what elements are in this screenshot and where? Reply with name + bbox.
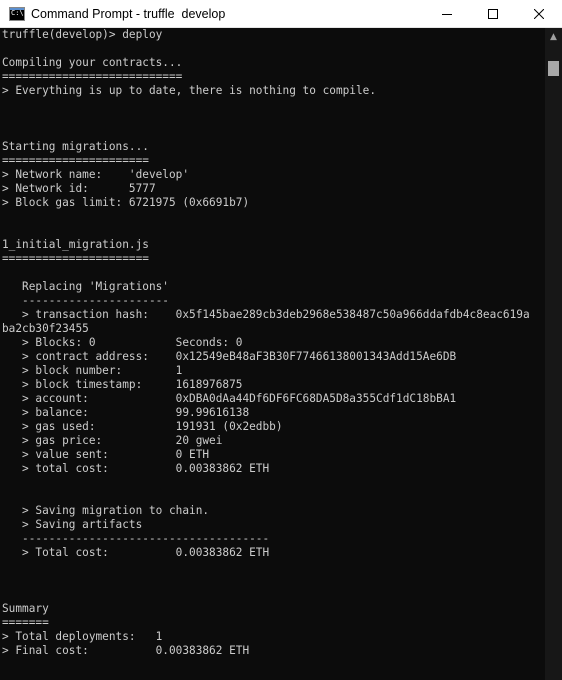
console-line: ====================== [2,154,149,167]
console-line: Starting migrations... [2,140,149,153]
maximize-icon [488,8,498,19]
command-prompt-window: Command Prompt - truffle develop truffle… [0,0,562,680]
console-line: Compiling your contracts... [2,56,183,69]
console-line: > gas price: 20 gwei [2,434,223,447]
maximize-button[interactable] [470,0,516,27]
console-line: > block timestamp: 1618976875 [2,378,243,391]
console-text: truffle(develop)> deploy Compiling your c… [0,28,545,680]
console-line: > Final cost: 0.00383862 ETH [2,644,250,657]
console-output[interactable]: truffle(develop)> deploy Compiling your c… [0,28,545,680]
console-line: > contract address: 0x12549eB48aF3B30F77… [2,350,457,363]
console-line: > Total cost: 0.00383862 ETH [2,546,270,559]
window-title: Command Prompt - truffle develop [31,6,226,21]
chevron-up-icon: ▲ [550,31,557,42]
console-line: > account: 0xDBA0dAa44Df6DF6FC68DA5D8a35… [2,392,457,405]
console-line: ====================== [2,252,149,265]
console-line: ---------------------- [2,294,169,307]
console-line: > Blocks: 0 Seconds: 0 [2,336,243,349]
console-line: > Total deployments: 1 [2,630,163,643]
scrollbar-thumb[interactable] [548,61,559,76]
console-line: =========================== [2,70,183,83]
console-line: > Block gas limit: 6721975 (0x6691b7) [2,196,250,209]
scroll-up-button[interactable]: ▲ [545,28,562,45]
title-bar[interactable]: Command Prompt - truffle develop [0,0,562,28]
console-line: > Network name: 'develop' [2,168,190,181]
console-line: > value sent: 0 ETH [2,448,210,461]
console-line: ba2cb30f23455 [2,322,89,335]
console-line: > Saving migration to chain. [2,504,210,517]
console-line: Summary [2,602,49,615]
vertical-scrollbar[interactable]: ▲ [545,28,562,680]
close-button[interactable] [516,0,562,27]
minimize-button[interactable] [424,0,470,27]
console-line: > balance: 99.99616138 [2,406,250,419]
console-line: Replacing 'Migrations' [2,280,169,293]
console-line: > total cost: 0.00383862 ETH [2,462,270,475]
console-line: > transaction hash: 0x5f145bae289cb3deb2… [2,308,530,321]
console-line: > gas used: 191931 (0x2edbb) [2,420,283,433]
console-line: > Network id: 5777 [2,182,156,195]
console-line: truffle(develop)> deploy [2,28,163,41]
console-line: ------------------------------------- [2,532,270,545]
console-line: > Everything is up to date, there is not… [2,84,377,97]
console-line: > Saving artifacts [2,518,143,531]
cmd-icon[interactable] [9,6,25,21]
window-controls [424,0,562,27]
console-line: ======= [2,616,49,629]
minimize-icon [442,13,452,15]
close-icon [534,8,544,19]
console-line: > block number: 1 [2,364,183,377]
console-line: 1_initial_migration.js [2,238,149,251]
